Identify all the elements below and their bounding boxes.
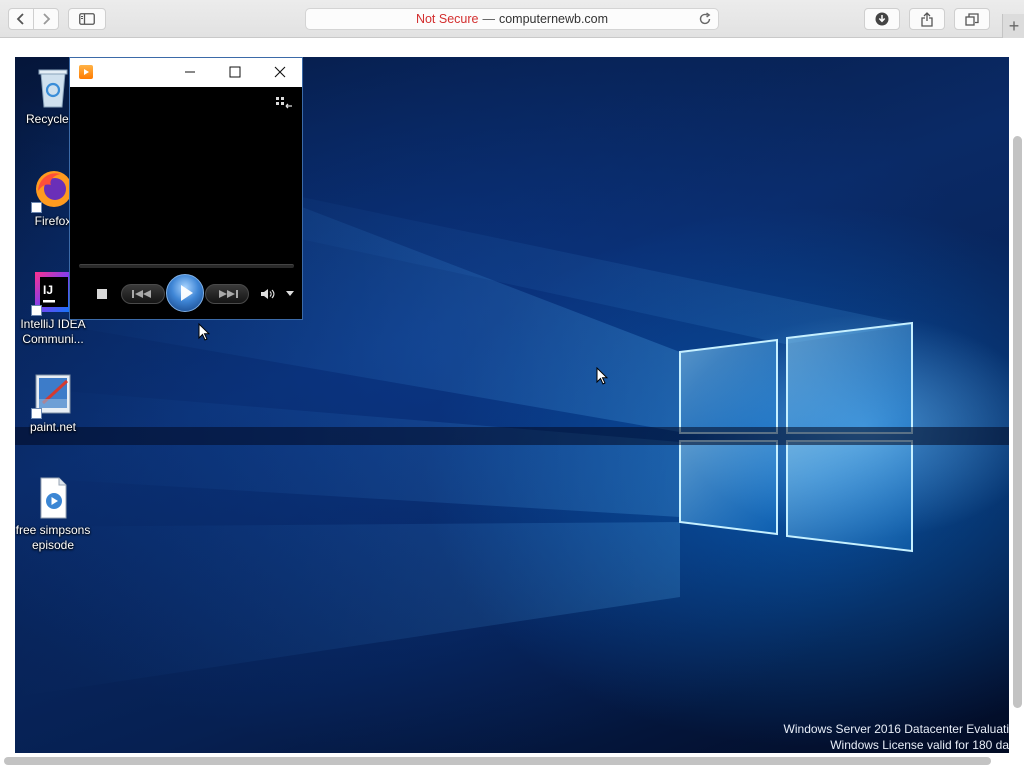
new-tab-button[interactable]: + <box>1002 14 1024 38</box>
download-icon <box>875 12 889 26</box>
sidebar-button[interactable] <box>68 8 106 30</box>
desktop-icon-label: paint.net <box>29 420 77 434</box>
media-file-icon <box>33 476 73 520</box>
firefox-icon <box>31 167 73 213</box>
reload-icon[interactable] <box>698 12 712 26</box>
shortcut-arrow-icon <box>31 202 42 213</box>
next-icon <box>219 290 238 298</box>
svg-text:IJ: IJ <box>43 283 53 297</box>
shortcut-arrow-icon <box>31 408 42 419</box>
tabs-icon <box>965 12 979 26</box>
forward-button[interactable] <box>33 8 59 30</box>
chevron-down-icon[interactable] <box>286 291 294 297</box>
switch-to-library-icon[interactable] <box>275 96 293 110</box>
watermark-line-edition: Windows Server 2016 Datacenter Evaluati <box>783 722 1009 736</box>
back-button[interactable] <box>8 8 34 30</box>
recycle-bin-icon <box>33 65 73 109</box>
previous-icon <box>132 290 151 298</box>
watermark-line-license: Windows License valid for 180 da <box>830 738 1009 752</box>
seek-bar[interactable] <box>79 264 294 268</box>
browser-toolbar: Not Secure — computernewb.com + <box>0 0 1024 38</box>
desktop-icon-label: free simpsons episode <box>15 523 91 552</box>
chevron-right-icon <box>43 13 51 25</box>
stop-button[interactable] <box>97 289 107 299</box>
sidebar-icon <box>79 13 95 25</box>
chevron-left-icon <box>16 13 24 25</box>
previous-button[interactable] <box>121 284 165 304</box>
desktop-icon-paintnet[interactable]: paint.net <box>15 373 91 435</box>
desktop-icon-label: IntelliJ IDEA Communi... <box>20 317 86 346</box>
address-domain: computernewb.com <box>498 12 609 26</box>
media-player-icon <box>79 65 93 79</box>
share-icon <box>921 11 933 27</box>
media-player-window[interactable] <box>69 57 303 320</box>
close-icon[interactable] <box>271 64 289 80</box>
intellij-icon: IJ <box>31 270 73 316</box>
volume-icon[interactable] <box>260 287 276 301</box>
minimize-icon[interactable] <box>181 64 199 80</box>
share-button[interactable] <box>909 8 945 30</box>
paintnet-icon <box>31 373 73 419</box>
play-icon <box>181 285 193 301</box>
vertical-scrollbar[interactable] <box>1013 136 1022 708</box>
play-button[interactable] <box>166 274 204 312</box>
mouse-cursor-icon <box>596 367 608 385</box>
media-player-titlebar[interactable] <box>70 58 302 87</box>
mouse-cursor-icon <box>198 323 210 341</box>
maximize-icon[interactable] <box>226 64 244 80</box>
address-separator: — <box>482 12 495 26</box>
shortcut-arrow-icon <box>31 305 42 316</box>
windows-watermark: Windows Server 2016 Datacenter Evaluati … <box>749 721 1009 753</box>
address-bar[interactable]: Not Secure — computernewb.com <box>305 8 719 30</box>
tab-overview-button[interactable] <box>954 8 990 30</box>
horizontal-scrollbar[interactable] <box>4 757 991 765</box>
desktop-icon-media-file[interactable]: free simpsons episode <box>15 476 91 553</box>
downloads-button[interactable] <box>864 8 900 30</box>
not-secure-label: Not Secure <box>415 12 479 26</box>
next-button[interactable] <box>205 284 249 304</box>
